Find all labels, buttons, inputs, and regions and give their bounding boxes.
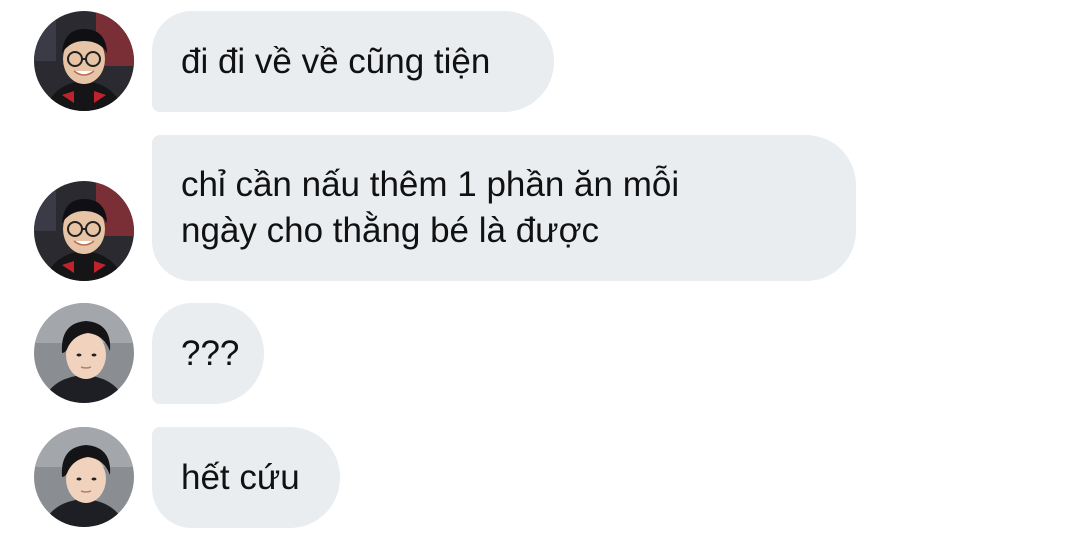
avatar[interactable] <box>34 303 134 403</box>
avatar-young-man-image <box>34 427 134 527</box>
message-row: hết cứu <box>0 427 1080 528</box>
chat-thread: đi đi về về cũng tiện chỉ cần nấu thêm 1… <box>0 0 1080 538</box>
avatar[interactable] <box>34 427 134 527</box>
message-text: hết cứu <box>181 457 300 497</box>
message-text: đi đi về về cũng tiện <box>181 41 491 81</box>
message-bubble[interactable]: hết cứu <box>152 427 340 528</box>
message-row: ??? <box>0 303 1080 404</box>
message-text: ??? <box>181 333 240 373</box>
message-bubble[interactable]: ??? <box>152 303 264 404</box>
message-bubble[interactable]: đi đi về về cũng tiện <box>152 11 554 112</box>
message-bubble[interactable]: chỉ cần nấu thêm 1 phần ăn mỗi ngày cho … <box>152 135 856 281</box>
message-row: chỉ cần nấu thêm 1 phần ăn mỗi ngày cho … <box>0 135 1080 281</box>
avatar-young-man-image <box>34 303 134 403</box>
message-text: chỉ cần nấu thêm 1 phần ăn mỗi ngày cho … <box>181 165 680 250</box>
avatar-glasses-player-image <box>34 11 134 111</box>
avatar-glasses-player-image <box>34 181 134 281</box>
avatar[interactable] <box>34 11 134 111</box>
avatar[interactable] <box>34 181 134 281</box>
message-row: đi đi về về cũng tiện <box>0 11 1080 112</box>
